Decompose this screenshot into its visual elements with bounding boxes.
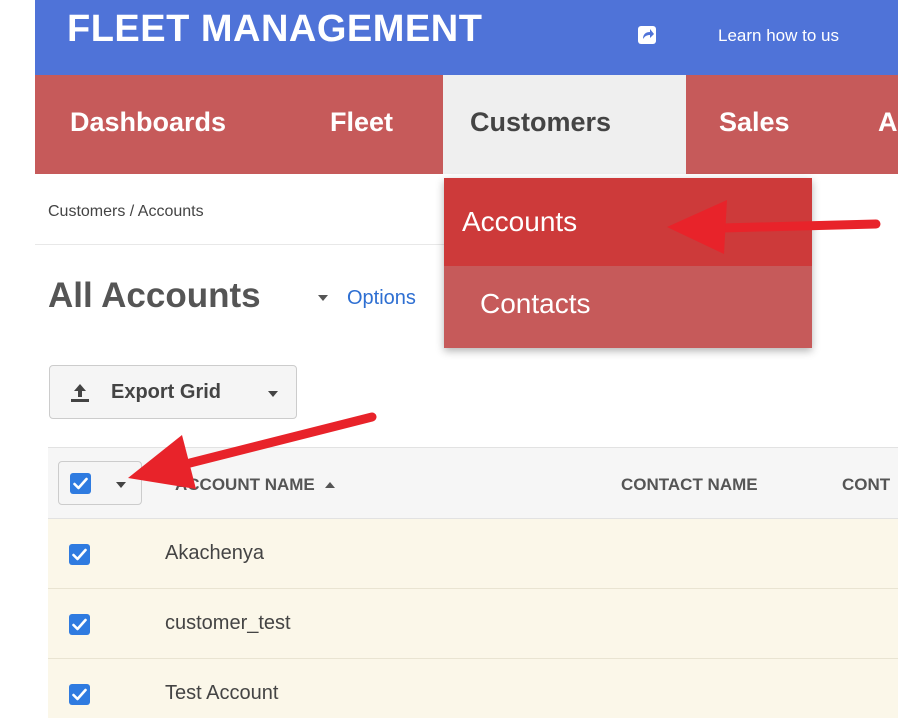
nav-item-customers[interactable]: Customers <box>470 107 611 138</box>
learn-how-link[interactable]: Learn how to us <box>718 26 839 46</box>
column-header-label: ACCOUNT NAME <box>175 475 315 494</box>
external-link-icon[interactable] <box>638 26 656 44</box>
main-nav: Dashboards Fleet Customers Sales A <box>35 75 898 174</box>
breadcrumb-divider <box>35 244 445 245</box>
grid-header: ACCOUNT NAME CONTACT NAME CONT <box>48 447 898 519</box>
top-bar: FLEET MANAGEMENT Learn how to us <box>35 0 898 75</box>
sort-ascending-icon <box>324 482 335 488</box>
chevron-down-icon[interactable] <box>318 295 328 301</box>
column-header-cont[interactable]: CONT <box>842 475 892 495</box>
nav-item-sales[interactable]: Sales <box>719 107 790 138</box>
upload-icon <box>69 383 91 408</box>
menu-item-accounts[interactable]: Accounts <box>444 178 812 266</box>
table-row[interactable]: Akachenya <box>48 519 898 589</box>
export-grid-label: Export Grid <box>111 381 222 403</box>
select-all-checkbox[interactable] <box>70 473 91 494</box>
menu-item-contacts[interactable]: Contacts <box>444 266 812 348</box>
row-checkbox[interactable] <box>69 614 90 635</box>
customers-dropdown-menu: Accounts Contacts <box>444 178 812 348</box>
chevron-down-icon[interactable] <box>116 482 126 488</box>
page-title[interactable]: All Accounts <box>48 276 261 316</box>
account-name-cell[interactable]: Akachenya <box>165 542 264 565</box>
chevron-down-icon <box>268 391 278 397</box>
app-title: FLEET MANAGEMENT <box>67 8 483 50</box>
select-all-dropdown[interactable] <box>58 461 142 505</box>
nav-item-fleet[interactable]: Fleet <box>330 107 393 138</box>
account-name-cell[interactable]: customer_test <box>165 612 291 635</box>
row-checkbox[interactable] <box>69 684 90 705</box>
account-name-cell[interactable]: Test Account <box>165 682 278 705</box>
options-link[interactable]: Options <box>347 287 443 310</box>
row-checkbox[interactable] <box>69 544 90 565</box>
nav-item-customers-active[interactable]: Customers <box>443 75 686 174</box>
table-row[interactable]: Test Account <box>48 659 898 718</box>
table-row[interactable]: customer_test <box>48 589 898 659</box>
column-header-account-name[interactable]: ACCOUNT NAME <box>175 475 335 495</box>
nav-item-dashboards[interactable]: Dashboards <box>70 107 226 138</box>
column-header-contact-name[interactable]: CONTACT NAME <box>621 475 758 495</box>
export-grid-button[interactable]: Export Grid <box>49 365 297 419</box>
breadcrumb: Customers / Accounts <box>48 203 204 220</box>
nav-item-truncated[interactable]: A <box>878 107 898 138</box>
